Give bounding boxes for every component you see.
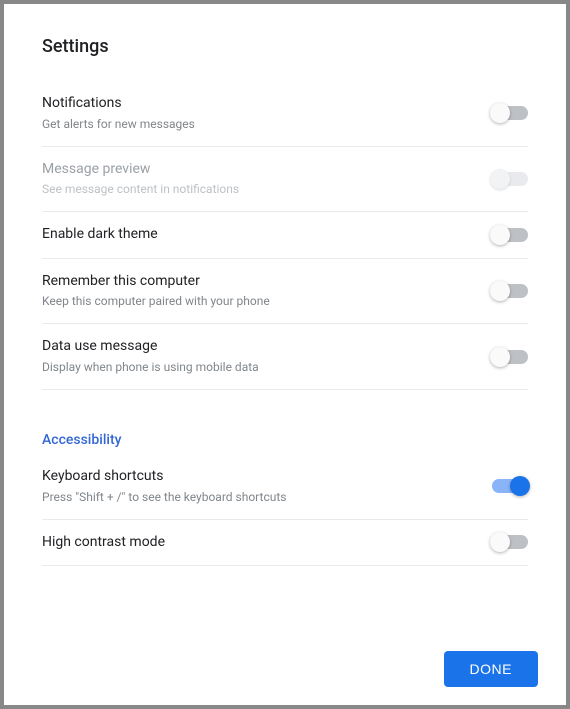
setting-text: Message preview See message content in n… (42, 160, 239, 199)
setting-text: Data use message Display when phone is u… (42, 337, 259, 376)
setting-desc: Get alerts for new messages (42, 115, 195, 133)
accessibility-header: Accessibility (42, 432, 528, 448)
toggle-thumb (490, 225, 510, 245)
high-contrast-toggle[interactable] (492, 535, 528, 549)
setting-text: Notifications Get alerts for new message… (42, 94, 195, 133)
setting-label: Notifications (42, 94, 195, 114)
toggle-thumb (490, 103, 510, 123)
toggle-thumb (490, 281, 510, 301)
toggle-thumb (490, 532, 510, 552)
message-preview-toggle (492, 172, 528, 186)
setting-text: Keyboard shortcuts Press "Shift + /" to … (42, 467, 286, 506)
setting-desc: Press "Shift + /" to see the keyboard sh… (42, 488, 286, 506)
toggle-thumb (490, 347, 510, 367)
setting-high-contrast: High contrast mode (42, 520, 528, 567)
setting-text: Enable dark theme (42, 225, 158, 245)
setting-label: Keyboard shortcuts (42, 467, 286, 487)
dialog-actions: DONE (32, 643, 538, 687)
setting-desc: See message content in notifications (42, 180, 239, 198)
done-button[interactable]: DONE (444, 651, 538, 687)
data-use-toggle[interactable] (492, 350, 528, 364)
setting-message-preview: Message preview See message content in n… (42, 147, 528, 213)
settings-list: Notifications Get alerts for new message… (32, 81, 538, 643)
toggle-thumb (490, 169, 510, 189)
setting-label: Message preview (42, 160, 239, 180)
settings-dialog: Settings Notifications Get alerts for ne… (4, 4, 566, 705)
setting-desc: Keep this computer paired with your phon… (42, 292, 270, 310)
dark-theme-toggle[interactable] (492, 228, 528, 242)
setting-text: High contrast mode (42, 533, 165, 553)
setting-label: Enable dark theme (42, 225, 158, 245)
setting-text: Remember this computer Keep this compute… (42, 272, 270, 311)
setting-notifications: Notifications Get alerts for new message… (42, 81, 528, 147)
toggle-thumb (510, 476, 530, 496)
keyboard-shortcuts-toggle[interactable] (492, 479, 528, 493)
setting-label: High contrast mode (42, 533, 165, 553)
setting-keyboard-shortcuts: Keyboard shortcuts Press "Shift + /" to … (42, 454, 528, 520)
setting-dark-theme: Enable dark theme (42, 212, 528, 259)
setting-desc: Display when phone is using mobile data (42, 358, 259, 376)
setting-remember-computer: Remember this computer Keep this compute… (42, 259, 528, 325)
setting-data-use: Data use message Display when phone is u… (42, 324, 528, 390)
remember-computer-toggle[interactable] (492, 284, 528, 298)
notifications-toggle[interactable] (492, 106, 528, 120)
setting-label: Data use message (42, 337, 259, 357)
dialog-title: Settings (42, 36, 538, 57)
setting-label: Remember this computer (42, 272, 270, 292)
